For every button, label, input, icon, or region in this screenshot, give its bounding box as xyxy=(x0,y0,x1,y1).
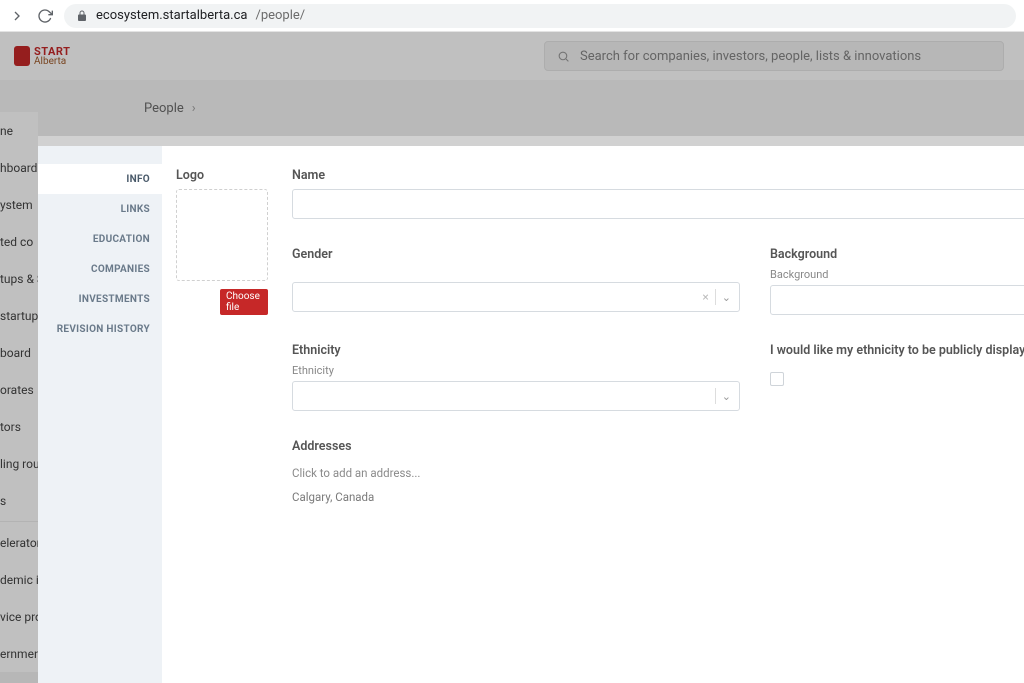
name-input[interactable] xyxy=(292,189,1024,219)
background-input[interactable] xyxy=(770,285,1024,315)
modal-tab-revision-history[interactable]: REVISION HISTORY xyxy=(38,314,162,344)
reload-button[interactable] xyxy=(36,7,54,25)
background-label: Background xyxy=(770,247,1024,262)
browser-toolbar: ecosystem.startalberta.ca/people/ xyxy=(0,0,1024,32)
background-sublabel: Background xyxy=(770,268,1024,281)
modal-tab-links[interactable]: LINKS xyxy=(38,194,162,224)
ethnicity-public-label: I would like my ethnicity to be publicly… xyxy=(770,343,1024,358)
modal-tab-investments[interactable]: INVESTMENTS xyxy=(38,284,162,314)
gender-label: Gender xyxy=(292,247,740,262)
ethnicity-public-checkbox[interactable] xyxy=(770,372,784,386)
logo-label: Logo xyxy=(176,168,268,183)
addresses-label: Addresses xyxy=(292,439,1024,454)
lock-icon xyxy=(76,10,88,22)
forward-button[interactable] xyxy=(8,7,26,25)
url-host: ecosystem.startalberta.ca xyxy=(96,8,247,23)
ethnicity-label: Ethnicity xyxy=(292,343,740,358)
logo-dropzone[interactable] xyxy=(176,189,268,281)
clear-icon[interactable]: × xyxy=(702,290,708,304)
address-item[interactable]: Calgary, Canada xyxy=(292,490,1024,504)
chevron-down-icon: ⌄ xyxy=(722,390,731,403)
choose-file-button[interactable]: Choose file xyxy=(220,289,268,315)
modal-body: Logo Choose file Name Gender × ⌄ xyxy=(162,146,1024,683)
url-path: /people/ xyxy=(255,8,305,23)
modal-tab-info[interactable]: INFO xyxy=(38,164,162,194)
modal-tab-companies[interactable]: COMPANIES xyxy=(38,254,162,284)
gender-select[interactable]: × ⌄ xyxy=(292,282,740,312)
modal-tab-education[interactable]: EDUCATION xyxy=(38,224,162,254)
ethnicity-sublabel: Ethnicity xyxy=(292,364,740,377)
modal-sidebar: INFOLINKSEDUCATIONCOMPANIESINVESTMENTSRE… xyxy=(38,146,162,683)
edit-person-modal: INFOLINKSEDUCATIONCOMPANIESINVESTMENTSRE… xyxy=(38,146,1024,683)
address-bar[interactable]: ecosystem.startalberta.ca/people/ xyxy=(64,4,1016,28)
name-label: Name xyxy=(292,168,1024,183)
chevron-down-icon: ⌄ xyxy=(722,291,731,304)
ethnicity-select[interactable]: ⌄ xyxy=(292,381,740,411)
add-address-link[interactable]: Click to add an address... xyxy=(292,466,1024,480)
